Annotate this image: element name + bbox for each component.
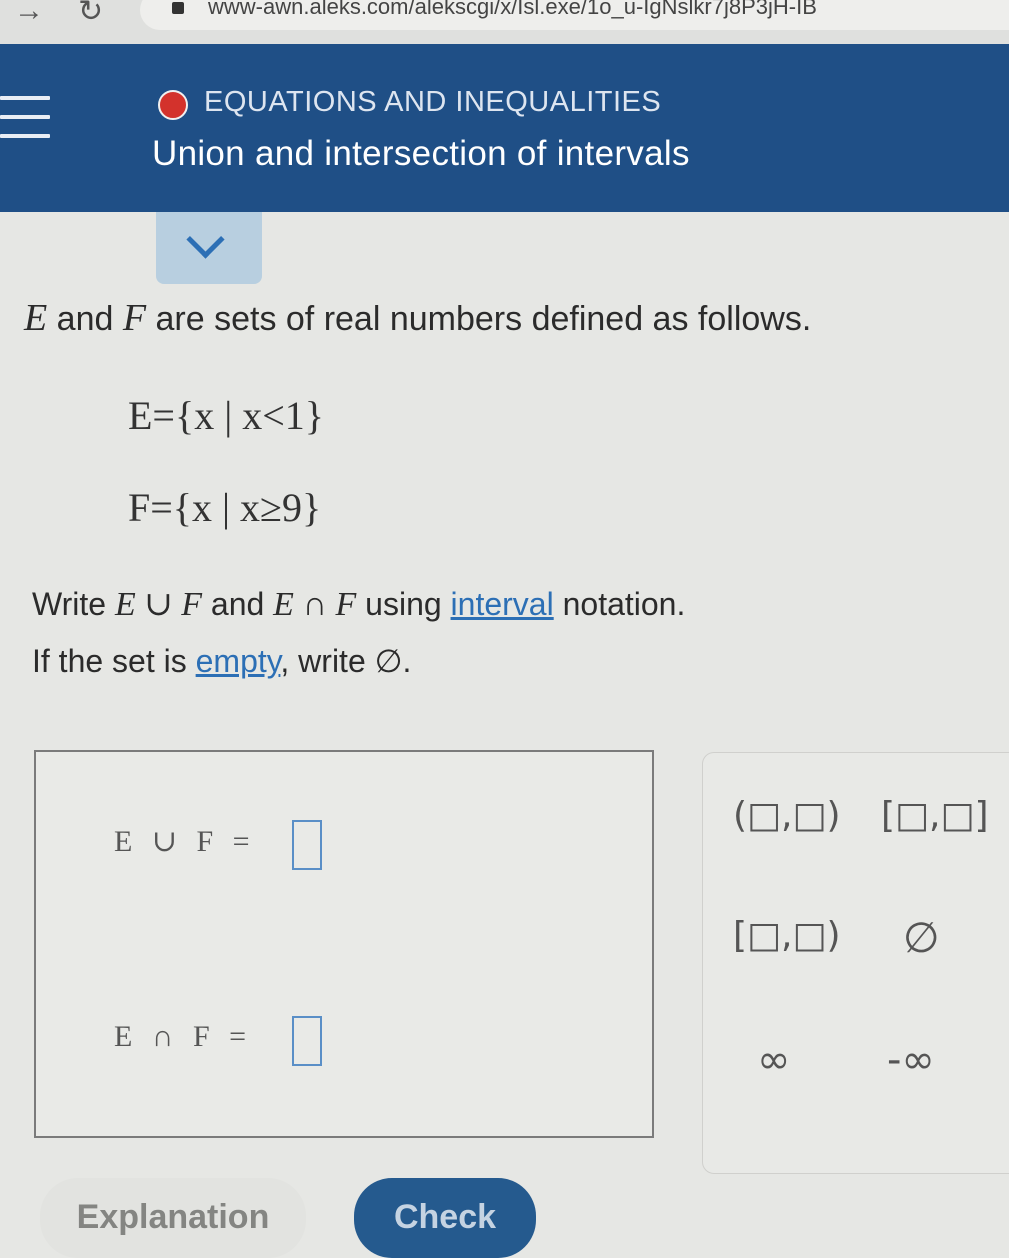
empty-link[interactable]: empty <box>196 643 281 679</box>
topic-label: EQUATIONS AND INEQUALITIES <box>204 86 662 118</box>
explanation-button[interactable]: Explanation <box>40 1178 306 1258</box>
intersection-label: E ∩ F = <box>114 1020 253 1053</box>
back-arrow-icon[interactable]: → <box>14 0 44 28</box>
menu-icon[interactable] <box>0 96 50 142</box>
open-interval-key[interactable]: (□,□) <box>733 795 841 836</box>
empty-set-key[interactable]: ∅ <box>903 913 940 962</box>
instruction-line: Write E ∪ F and E ∩ F using interval not… <box>32 586 686 623</box>
union-label: E ∪ F = <box>114 825 256 858</box>
problem-intro: E and F are sets of real numbers defined… <box>24 297 812 339</box>
interval-link[interactable]: interval <box>451 586 554 622</box>
chevron-down-icon <box>186 220 225 259</box>
collapse-header-button[interactable] <box>156 212 262 284</box>
union-answer-input[interactable] <box>292 820 322 870</box>
lesson-header: EQUATIONS AND INEQUALITIES Union and int… <box>0 44 1009 212</box>
topic-status-dot <box>158 90 188 120</box>
answer-box: E ∪ F = E ∩ F = <box>34 750 654 1138</box>
infinity-key[interactable]: ∞ <box>757 1037 790 1083</box>
empty-instruction-line: If the set is empty, write ∅. <box>32 643 412 679</box>
check-button[interactable]: Check <box>354 1178 536 1258</box>
half-open-interval-key[interactable]: [□,□) <box>733 915 841 956</box>
intersection-answer-input[interactable] <box>292 1016 322 1066</box>
url-text[interactable]: www-awn.aleks.com/alekscgi/x/Isl.exe/1o_… <box>208 0 817 20</box>
reload-icon[interactable]: ↻ <box>78 0 103 29</box>
set-e-definition: E={x | x<1} <box>128 393 324 438</box>
set-f-definition: F={x | x≥9} <box>128 485 322 530</box>
lock-icon <box>172 2 184 14</box>
negative-infinity-key[interactable]: -∞ <box>887 1037 935 1083</box>
lesson-title: Union and intersection of intervals <box>152 134 690 173</box>
browser-url-bar: → ↻ www-awn.aleks.com/alekscgi/x/Isl.exe… <box>0 0 1009 45</box>
math-keypad: (□,□) [□,□] [□,□) ∅ ∞ -∞ <box>702 752 1009 1174</box>
closed-interval-key[interactable]: [□,□] <box>881 795 989 836</box>
